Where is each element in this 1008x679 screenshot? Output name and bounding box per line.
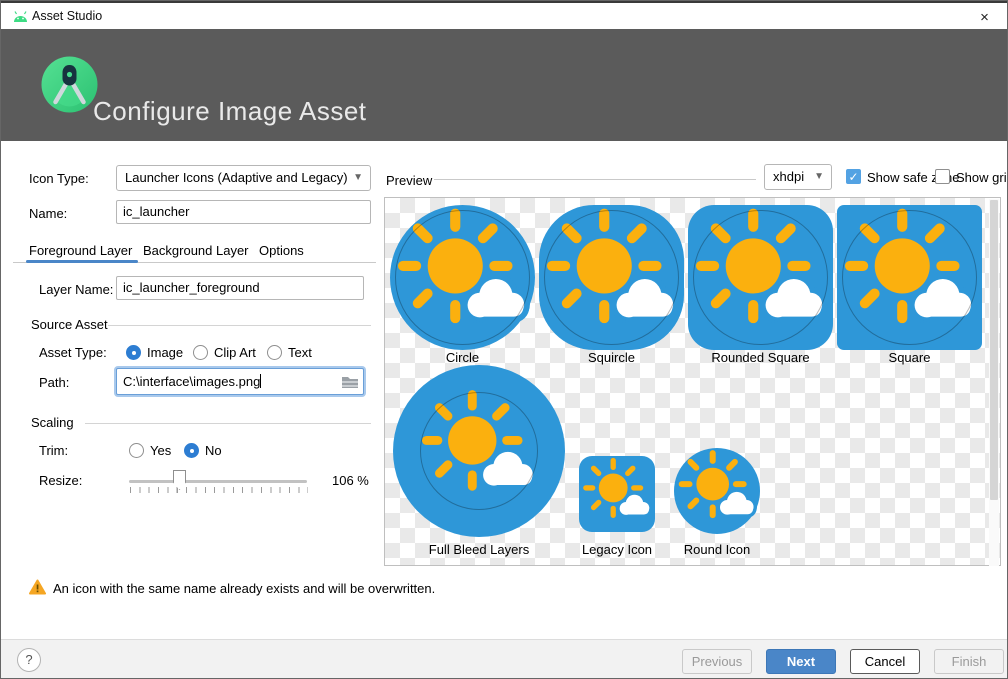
- name-input[interactable]: ic_launcher: [116, 200, 371, 224]
- help-button[interactable]: ?: [17, 648, 41, 672]
- tile-label: Rounded Square: [688, 350, 833, 365]
- icon-type-value: Launcher Icons (Adaptive and Legacy): [125, 170, 348, 185]
- chevron-down-icon: ▼: [353, 166, 363, 190]
- safe-zone-ring: [693, 210, 828, 345]
- title-bar[interactable]: Asset Studio ×: [1, 1, 1007, 29]
- density-value: xhdpi: [773, 169, 804, 184]
- tile-label: Square: [837, 350, 982, 365]
- resize-slider-ticks: [130, 487, 308, 493]
- next-button[interactable]: Next: [766, 649, 836, 674]
- text-cursor: [260, 374, 261, 388]
- active-tab-underline: [26, 260, 138, 263]
- safe-zone-ring: [420, 392, 538, 510]
- layer-name-input[interactable]: ic_launcher_foreground: [116, 276, 364, 300]
- dialog-header: Configure Image Asset: [1, 29, 1007, 141]
- path-label: Path:: [39, 375, 69, 390]
- previous-button[interactable]: Previous: [682, 649, 752, 674]
- name-label: Name:: [29, 206, 67, 221]
- icon-type-label: Icon Type:: [29, 171, 89, 186]
- tab-foreground-layer[interactable]: Foreground Layer: [29, 243, 132, 258]
- footer-bar: ? Previous Next Cancel Finish: [1, 639, 1007, 679]
- preview-tile-rounded-square: [688, 205, 833, 350]
- resize-slider-track[interactable]: [129, 480, 307, 483]
- preview-tile-full-bleed: [393, 365, 565, 537]
- preview-canvas: Circle Squircle Rounded Square Square Fu…: [384, 197, 1001, 566]
- path-value: C:\interface\images.png: [123, 374, 260, 389]
- tile-label: Full Bleed Layers: [393, 542, 565, 557]
- safe-zone-ring: [842, 210, 977, 345]
- scaling-section-label: Scaling: [31, 415, 74, 430]
- tile-label: Squircle: [539, 350, 684, 365]
- asset-type-label: Asset Type:: [39, 345, 107, 360]
- tab-options[interactable]: Options: [259, 243, 304, 258]
- safe-zone-ring: [544, 210, 679, 345]
- browse-folder-icon[interactable]: [341, 374, 359, 389]
- show-grid-label: Show grid: [956, 170, 1008, 185]
- asset-type-radio-image[interactable]: [126, 345, 141, 360]
- chevron-down-icon: ▼: [814, 165, 824, 189]
- asset-type-text-label: Text: [288, 345, 312, 360]
- preview-tile-round: [674, 448, 760, 534]
- trim-radio-no[interactable]: [184, 443, 199, 458]
- trim-no-label: No: [205, 443, 222, 458]
- tile-label: Round Icon: [642, 542, 792, 557]
- density-select[interactable]: xhdpi ▼: [764, 164, 832, 190]
- weather-sun-cloud-icon: [579, 456, 655, 532]
- show-safe-zone-checkbox[interactable]: [846, 169, 861, 184]
- preview-tile-squircle: [539, 205, 684, 350]
- weather-sun-cloud-icon: [674, 448, 760, 534]
- preview-divider: [434, 179, 756, 180]
- android-robot-icon: [12, 10, 29, 23]
- layer-name-label: Layer Name:: [39, 282, 113, 297]
- show-grid-checkbox[interactable]: [935, 169, 950, 184]
- asset-studio-dialog: Asset Studio × Configure Image Asset Ico…: [0, 0, 1008, 679]
- warning-message: An icon with the same name already exist…: [53, 581, 435, 596]
- preview-scrollbar[interactable]: [989, 199, 999, 566]
- path-input[interactable]: C:\interface\images.png: [116, 368, 364, 395]
- asset-type-radio-text[interactable]: [267, 345, 282, 360]
- icon-type-select[interactable]: Launcher Icons (Adaptive and Legacy) ▼: [116, 165, 371, 191]
- close-button[interactable]: ×: [962, 5, 1007, 31]
- section-divider: [85, 423, 371, 424]
- trim-label: Trim:: [39, 443, 68, 458]
- preview-label: Preview: [386, 173, 432, 188]
- preview-tile-square: [837, 205, 982, 350]
- cancel-button[interactable]: Cancel: [850, 649, 920, 674]
- section-divider: [108, 325, 371, 326]
- android-studio-logo-icon: [41, 56, 98, 113]
- window-title: Asset Studio: [32, 9, 102, 23]
- finish-button[interactable]: Finish: [934, 649, 1004, 674]
- preview-tile-legacy: [579, 456, 655, 532]
- page-title: Configure Image Asset: [93, 96, 367, 127]
- resize-value: 106 %: [332, 473, 369, 488]
- trim-yes-label: Yes: [150, 443, 171, 458]
- asset-type-clipart-label: Clip Art: [214, 345, 256, 360]
- warning-icon: [29, 579, 46, 595]
- resize-label: Resize:: [39, 473, 82, 488]
- source-asset-section-label: Source Asset: [31, 317, 108, 332]
- tile-label: Circle: [390, 350, 535, 365]
- safe-zone-ring: [395, 210, 530, 345]
- trim-radio-yes[interactable]: [129, 443, 144, 458]
- scrollbar-thumb[interactable]: [990, 200, 998, 500]
- preview-tile-circle: [390, 205, 535, 350]
- asset-type-image-label: Image: [147, 345, 183, 360]
- tab-background-layer[interactable]: Background Layer: [143, 243, 249, 258]
- asset-type-radio-clipart[interactable]: [193, 345, 208, 360]
